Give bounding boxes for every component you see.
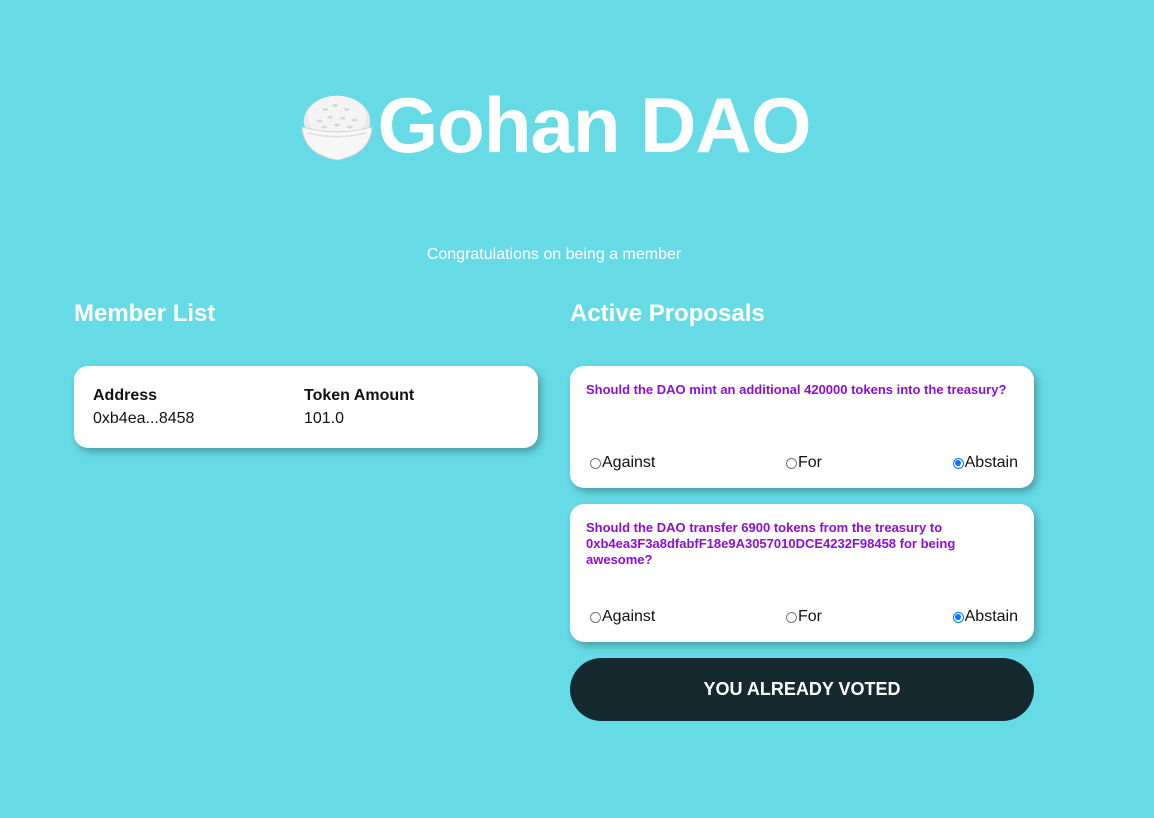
- member-address: 0xb4ea...8458: [93, 410, 195, 427]
- radio-against[interactable]: [590, 457, 601, 469]
- vote-option-abstain[interactable]: Abstain: [952, 454, 1018, 472]
- vote-option-for[interactable]: For: [786, 608, 822, 626]
- vote-options: Against For Abstain: [590, 608, 1018, 626]
- vote-option-label: Abstain: [964, 454, 1018, 471]
- rice-bowl-icon: [300, 95, 373, 161]
- proposal-card: Should the DAO transfer 6900 tokens from…: [570, 504, 1034, 642]
- active-proposals-heading: Active Proposals: [570, 300, 765, 327]
- vote-option-label: For: [798, 608, 822, 625]
- radio-for[interactable]: [786, 457, 797, 469]
- page-header: Gohan DAO: [0, 80, 1108, 170]
- vote-option-label: For: [798, 454, 822, 471]
- vote-option-against[interactable]: Against: [590, 454, 655, 472]
- vote-option-label: Against: [602, 608, 656, 625]
- membership-message: Congratulations on being a member: [426, 246, 682, 263]
- page-title: Gohan DAO: [377, 81, 812, 169]
- vote-option-against[interactable]: Against: [590, 608, 655, 626]
- submit-votes-button[interactable]: YOU ALREADY VOTED: [570, 658, 1034, 721]
- proposal-question: Should the DAO transfer 6900 tokens from…: [586, 520, 956, 567]
- member-list-card: Address Token Amount 0xb4ea...8458 101.0: [74, 366, 538, 448]
- vote-option-label: Abstain: [964, 608, 1018, 625]
- radio-for[interactable]: [786, 611, 797, 623]
- table-row: 0xb4ea...8458 101.0: [93, 406, 519, 428]
- vote-option-for[interactable]: For: [786, 454, 822, 472]
- member-table: Address Token Amount 0xb4ea...8458 101.0: [93, 386, 519, 428]
- member-list-heading: Member List: [74, 300, 216, 327]
- vote-option-label: Against: [602, 454, 656, 471]
- proposal-card: Should the DAO mint an additional 420000…: [570, 366, 1034, 488]
- radio-abstain[interactable]: [952, 611, 964, 623]
- proposal-question: Should the DAO mint an additional 420000…: [586, 382, 1007, 397]
- radio-abstain[interactable]: [952, 457, 964, 469]
- member-token-amount: 101.0: [304, 410, 345, 427]
- radio-against[interactable]: [590, 611, 601, 623]
- column-header-address: Address: [93, 387, 158, 404]
- column-header-token-amount: Token Amount: [304, 387, 415, 404]
- vote-options: Against For Abstain: [590, 454, 1018, 472]
- vote-option-abstain[interactable]: Abstain: [952, 608, 1018, 626]
